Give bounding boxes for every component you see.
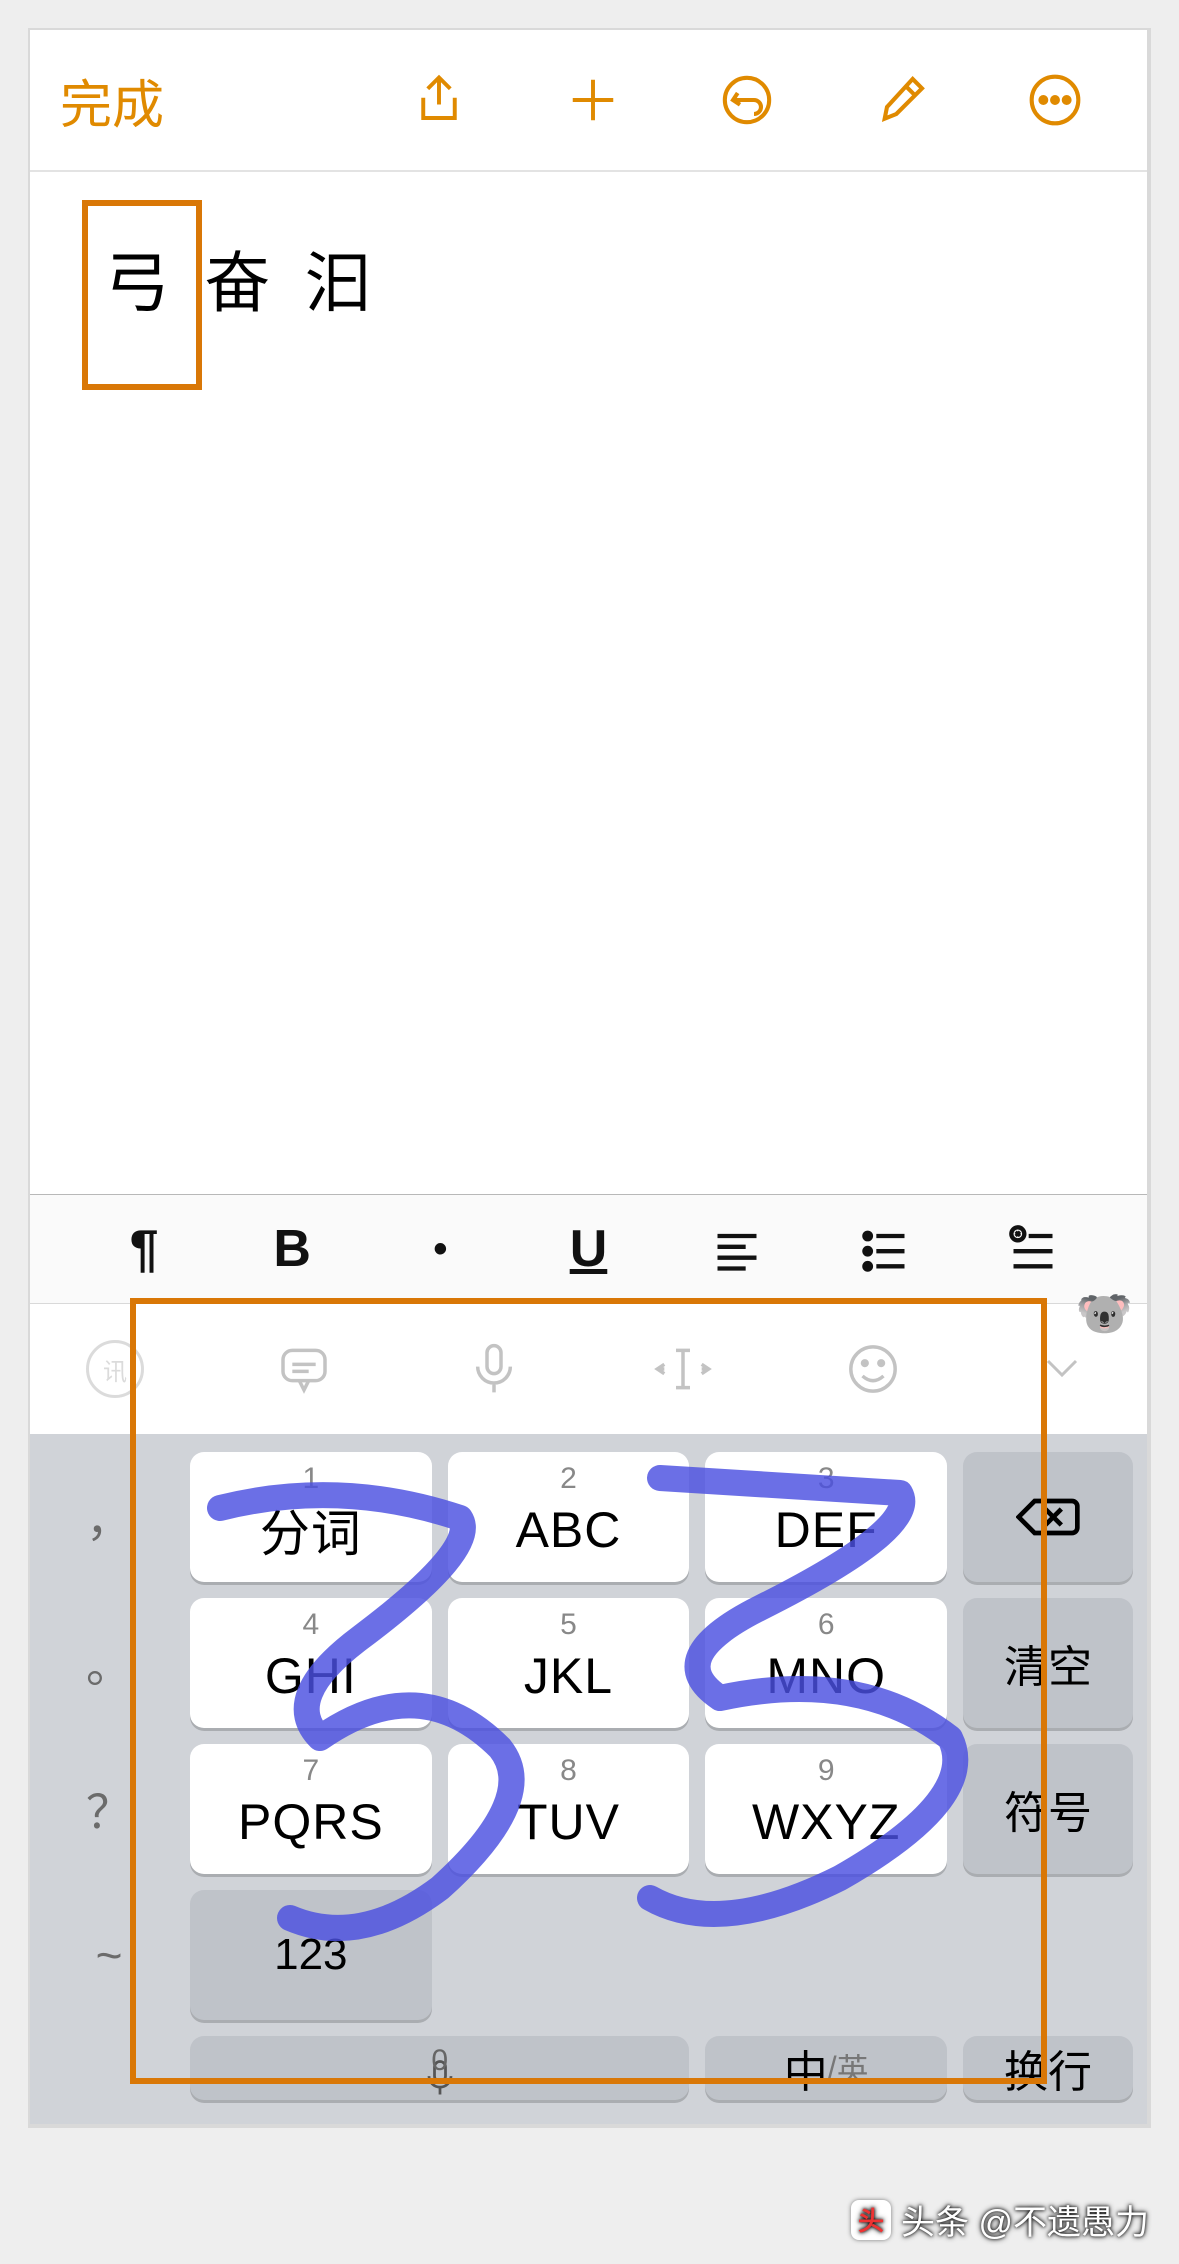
toolbar-icons (407, 68, 1087, 132)
bold-button[interactable]: B (252, 1219, 332, 1279)
share-icon[interactable] (407, 68, 471, 132)
symbols-key[interactable]: 符号 (963, 1744, 1133, 1874)
language-switch-key[interactable]: 中/英 (705, 2036, 947, 2100)
keypad-grid: ， 1分词 2ABC 3DEF 。 4GHI 5JKL 6MNO 清空 ？ 7P… (30, 1434, 1147, 2124)
koala-icon: 🐨 (1076, 1286, 1133, 1341)
punct-key-question[interactable]: ？ (44, 1744, 174, 1874)
key-8-tuv[interactable]: 8TUV (448, 1744, 690, 1874)
keyboard: 讯 🐨 ， 1分词 (30, 1304, 1147, 2124)
bullet-dot-button[interactable]: • (400, 1219, 480, 1279)
note-area[interactable]: 弓 奋 汩 (30, 172, 1147, 1194)
clear-key[interactable]: 清空 (963, 1598, 1133, 1728)
punct-key-comma[interactable]: ， (44, 1452, 174, 1582)
done-button[interactable]: 完成 (60, 63, 164, 138)
paragraph-style-button[interactable]: ¶ (104, 1219, 184, 1279)
underline-button[interactable]: U (548, 1219, 628, 1279)
key-7-pqrs[interactable]: 7PQRS (190, 1744, 432, 1874)
message-icon[interactable] (269, 1334, 339, 1404)
watermark-text: 头条 @不遗愚力 (901, 2195, 1149, 2244)
mic-icon[interactable] (459, 1334, 529, 1404)
plus-icon[interactable] (561, 68, 625, 132)
backspace-key[interactable] (963, 1452, 1133, 1582)
ime-logo-icon[interactable]: 讯 (80, 1334, 150, 1404)
more-icon[interactable] (1023, 68, 1087, 132)
key-3-def[interactable]: 3DEF (705, 1452, 947, 1582)
toolbar: 完成 (30, 30, 1147, 170)
note-text: 弓 奋 汩 (104, 230, 1141, 326)
watermark-logo-icon: 头 (851, 2200, 891, 2240)
list-button[interactable] (845, 1219, 925, 1279)
key-1-fenci[interactable]: 1分词 (190, 1452, 432, 1582)
undo-icon[interactable] (715, 68, 779, 132)
key-5-jkl[interactable]: 5JKL (448, 1598, 690, 1728)
align-button[interactable] (697, 1219, 777, 1279)
emoji-icon[interactable] (838, 1334, 908, 1404)
key-6-mno[interactable]: 6MNO (705, 1598, 947, 1728)
mode-123-key[interactable]: 123 (190, 1890, 432, 2020)
format-bar: ¶ B • U (30, 1194, 1147, 1304)
enter-key[interactable]: 换行 (963, 2036, 1133, 2100)
indent-button[interactable] (993, 1219, 1073, 1279)
key-2-abc[interactable]: 2ABC (448, 1452, 690, 1582)
brush-icon[interactable] (869, 68, 933, 132)
phone-frame: 完成 弓 奋 汩 ¶ B • U (28, 28, 1151, 2128)
keyboard-suggest-bar: 讯 🐨 (30, 1304, 1147, 1434)
punct-key-period[interactable]: 。 (44, 1598, 174, 1728)
cursor-move-icon[interactable] (648, 1334, 718, 1404)
punct-key-tilde[interactable]: ~ (44, 1890, 174, 2020)
space-mic-key[interactable]: 0 (190, 2036, 689, 2100)
collapse-keyboard-icon[interactable] (1027, 1334, 1097, 1404)
watermark: 头 头条 @不遗愚力 (851, 2195, 1149, 2244)
key-4-ghi[interactable]: 4GHI (190, 1598, 432, 1728)
key-9-wxyz[interactable]: 9WXYZ (705, 1744, 947, 1874)
